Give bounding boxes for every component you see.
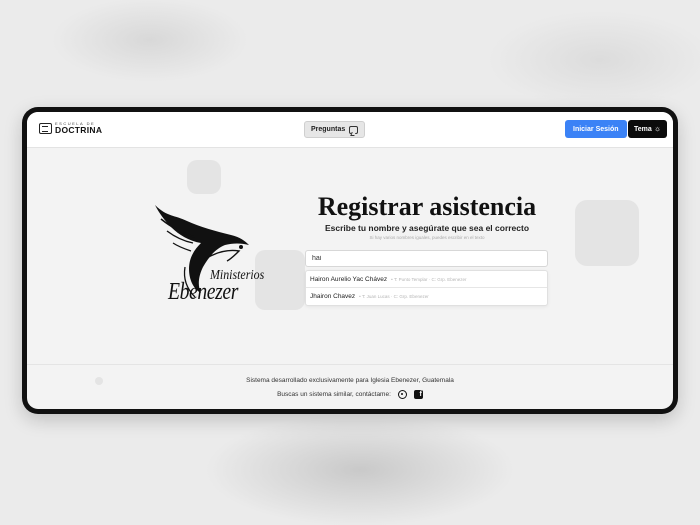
whatsapp-icon[interactable] [397,390,407,399]
device-frame: ESCUELA DE DOCTRINA Preguntas Iniciar Se… [22,107,678,414]
top-nav: ESCUELA DE DOCTRINA Preguntas Iniciar Se… [27,112,673,148]
theme-label: Tema [634,125,652,133]
suggestion-meta: • T: Punto Templar · C: Grp. Ebenezer [391,276,467,282]
contact-label: Buscas un sistema similar, contáctame: [277,391,391,398]
suggestion-item[interactable]: Jhairon Chavez • T: Juan Lucas · C: Grp.… [306,288,547,305]
facebook-icon[interactable]: f [413,390,423,399]
sun-icon: ☼ [653,124,662,133]
theme-toggle-button[interactable]: Tema ☼ [628,120,668,138]
brand-line-2: Ebenezer [168,279,238,305]
suggestion-name: Jhairon Chavez [310,293,356,300]
preguntas-button[interactable]: Preguntas [304,121,366,138]
decorative-square [187,160,221,194]
preguntas-label: Preguntas [311,126,346,133]
chat-icon [349,125,359,134]
login-button[interactable]: Iniciar Sesión [565,120,627,138]
decorative-square [575,200,639,266]
page-title: Registrar asistencia [317,192,537,221]
app-screen: ESCUELA DE DOCTRINA Preguntas Iniciar Se… [27,112,673,409]
page-subtitle: Escribe tu nombre y asegúrate que sea el… [324,223,530,233]
suggestion-meta: • T: Juan Lucas · C: Grp. Ebenezer [359,294,429,299]
logo-title: DOCTRINA [55,125,103,135]
footer-divider [27,364,673,365]
suggestions-list: Hairon Aurelio Yac Chávez • T: Punto Tem… [305,270,548,306]
book-icon [39,122,52,134]
suggestion-name: Hairon Aurelio Yac Chávez [310,275,388,283]
footer-contact: Buscas un sistema similar, contáctame: f [27,390,673,399]
suggestion-item[interactable]: Hairon Aurelio Yac Chávez • T: Punto Tem… [306,271,547,288]
footer-text: Sistema desarrollado exclusivamente para… [246,377,454,384]
hint-text: Si hay varios nombres iguales, puedes es… [369,235,485,240]
site-logo[interactable]: ESCUELA DE DOCTRINA [39,122,102,135]
login-label: Iniciar Sesión [573,125,619,133]
name-search-input[interactable] [305,250,548,267]
